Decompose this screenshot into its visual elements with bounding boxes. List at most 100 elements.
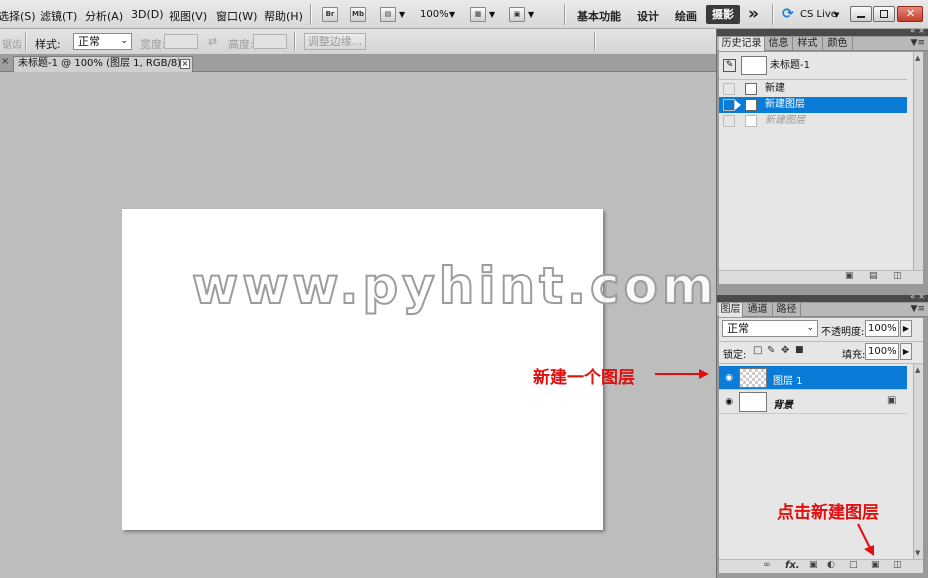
scroll-up-icon[interactable]: ▲ [915,54,920,62]
annotation-arrow [655,373,699,375]
workspace-photography-label: 摄影 [712,8,734,21]
scroll-up-icon[interactable]: ▲ [915,366,920,374]
panel-menu-icon[interactable]: ▼≡ [911,304,925,314]
menu-select[interactable]: 选择(S) [0,8,36,24]
link-layers-icon[interactable]: ∞ [763,560,771,570]
fill-field[interactable]: 100% [865,343,899,360]
refine-edge-button[interactable]: 调整边缘... [304,33,366,50]
tab-info[interactable]: 信息 [765,37,793,51]
document-tabs: × 未标题-1 @ 100% (图层 1, RGB/8) * × [0,55,716,72]
minimize-button[interactable] [850,6,872,22]
tab-layers[interactable]: 图层 [719,303,743,317]
history-source-checkbox[interactable] [723,99,735,111]
trash-icon[interactable]: ◫ [893,271,902,281]
height-field[interactable] [253,34,287,49]
layer-mask-icon[interactable]: ▣ [809,560,818,570]
style-select[interactable]: 正常 ⌄ [73,33,132,50]
layers-scrollbar[interactable]: ▲ ▼ [913,364,923,559]
tab-paths[interactable]: 路径 [773,303,801,317]
swap-icon[interactable]: ⇄ [208,35,217,48]
lock-icon: ▣ [887,395,897,406]
tab-color[interactable]: 颜色 [823,37,853,51]
layer-name: 背景 [773,400,793,411]
collapse-icon[interactable]: « [910,292,915,301]
lock-position-icon[interactable]: ✥ [781,345,789,356]
new-layer-icon[interactable]: ▣ [871,560,880,570]
arrange-docs-icon[interactable]: ▦ [470,7,486,22]
snapshot-from-state-icon[interactable]: ▣ [845,271,854,281]
blend-mode-select[interactable]: 正常 ⌄ [722,320,818,337]
history-panel-header[interactable]: « × [717,26,928,36]
chevron-down-icon[interactable]: ▼ [834,11,839,19]
workspace-photography[interactable]: 摄影 [706,5,740,24]
fill-slider-button[interactable]: ▶ [900,343,912,360]
layers-panel-header[interactable]: « × [717,292,928,302]
separator [310,4,311,25]
history-footer: ▣ ▤ ◫ [719,270,923,284]
menu-3d[interactable]: 3D(D) [131,8,164,21]
workspace-design[interactable]: 设计 [637,8,659,24]
close-icon[interactable]: × [1,56,9,67]
brush-icon[interactable]: ✎ [723,59,736,72]
panel-menu-icon[interactable]: ▼≡ [911,38,925,48]
layers-panel-body: 正常 ⌄ 不透明度: 100% ▶ 锁定: □ ✎ ✥ ■ 填充: 100% ▶… [719,318,923,573]
new-snapshot-icon[interactable]: ▤ [869,271,878,281]
eye-icon[interactable]: ◉ [721,394,737,410]
lock-all-icon[interactable]: ■ [795,345,804,355]
document-tab[interactable]: 未标题-1 @ 100% (图层 1, RGB/8) * × [13,56,193,72]
history-step[interactable]: 新建 [719,81,907,97]
collapse-icon[interactable]: « [910,26,915,35]
menu-analysis[interactable]: 分析(A) [85,8,123,24]
close-icon[interactable]: × [918,26,925,35]
tab-history[interactable]: 历史记录 [719,37,765,51]
chevron-down-icon[interactable]: ▼ [449,10,455,19]
history-source-checkbox[interactable] [723,83,735,95]
zoom-level[interactable]: 100% [420,9,449,20]
workspace-painting[interactable]: 绘画 [675,8,697,24]
width-field[interactable] [164,34,198,49]
cs-live-button[interactable]: CS Live [800,9,837,20]
adjustment-layer-icon[interactable]: ◐ [827,560,835,570]
close-icon[interactable]: × [180,59,190,69]
tab-styles[interactable]: 样式 [793,37,823,51]
screen-mode-icon[interactable]: ▣ [509,7,525,22]
layers-panel-tabs: 图层 通道 路径 ▼≡ [717,303,928,317]
history-step[interactable]: 新建图层 [719,97,907,113]
blend-mode-value: 正常 [727,322,749,335]
close-button[interactable]: ✕ [897,6,923,22]
restore-button[interactable] [873,6,895,22]
menu-filter[interactable]: 滤镜(T) [40,8,77,24]
close-icon[interactable]: × [918,292,925,301]
chevron-down-icon: ⌄ [806,323,814,333]
workspace-essentials[interactable]: 基本功能 [577,8,621,24]
tab-channels[interactable]: 通道 [743,303,773,317]
opacity-field[interactable]: 100% [865,320,899,337]
history-snapshot[interactable]: ✎ 未标题-1 [719,55,907,77]
chevron-down-icon[interactable]: ▼ [528,10,534,19]
history-scrollbar[interactable]: ▲ ▼ [913,52,923,284]
lock-pixels-icon[interactable]: ✎ [767,345,775,356]
menu-window[interactable]: 窗口(W) [216,8,257,24]
history-step[interactable]: 新建图层 [719,113,907,129]
chevron-down-icon[interactable]: ▼ [489,10,495,19]
layer-row[interactable]: ◉ 图层 1 [719,366,907,390]
lock-transparency-icon[interactable]: □ [753,345,762,356]
menu-help[interactable]: 帮助(H) [264,8,303,24]
mini-bridge-button[interactable]: Mb [350,7,366,22]
scroll-down-icon[interactable]: ▼ [915,549,920,557]
extras-icon[interactable]: ▤ [380,7,396,22]
history-source-checkbox[interactable] [723,115,735,127]
layer-row[interactable]: ◉ 背景 ▣ [719,390,907,414]
trash-icon[interactable]: ◫ [893,560,902,570]
bridge-button[interactable]: Br [322,7,338,22]
chevron-down-icon[interactable]: ▼ [399,10,405,19]
layer-name: 图层 1 [773,376,803,387]
menu-view[interactable]: 视图(V) [169,8,207,24]
more-workspaces-button[interactable]: » [748,4,759,24]
canvas-area[interactable] [0,72,716,578]
layer-style-icon[interactable]: fx. [785,560,800,571]
document-tab-title: 未标题-1 @ 100% (图层 1, RGB/8) * [18,58,190,69]
opacity-slider-button[interactable]: ▶ [900,320,912,337]
eye-icon[interactable]: ◉ [721,370,737,386]
new-group-icon[interactable]: □ [849,560,858,570]
